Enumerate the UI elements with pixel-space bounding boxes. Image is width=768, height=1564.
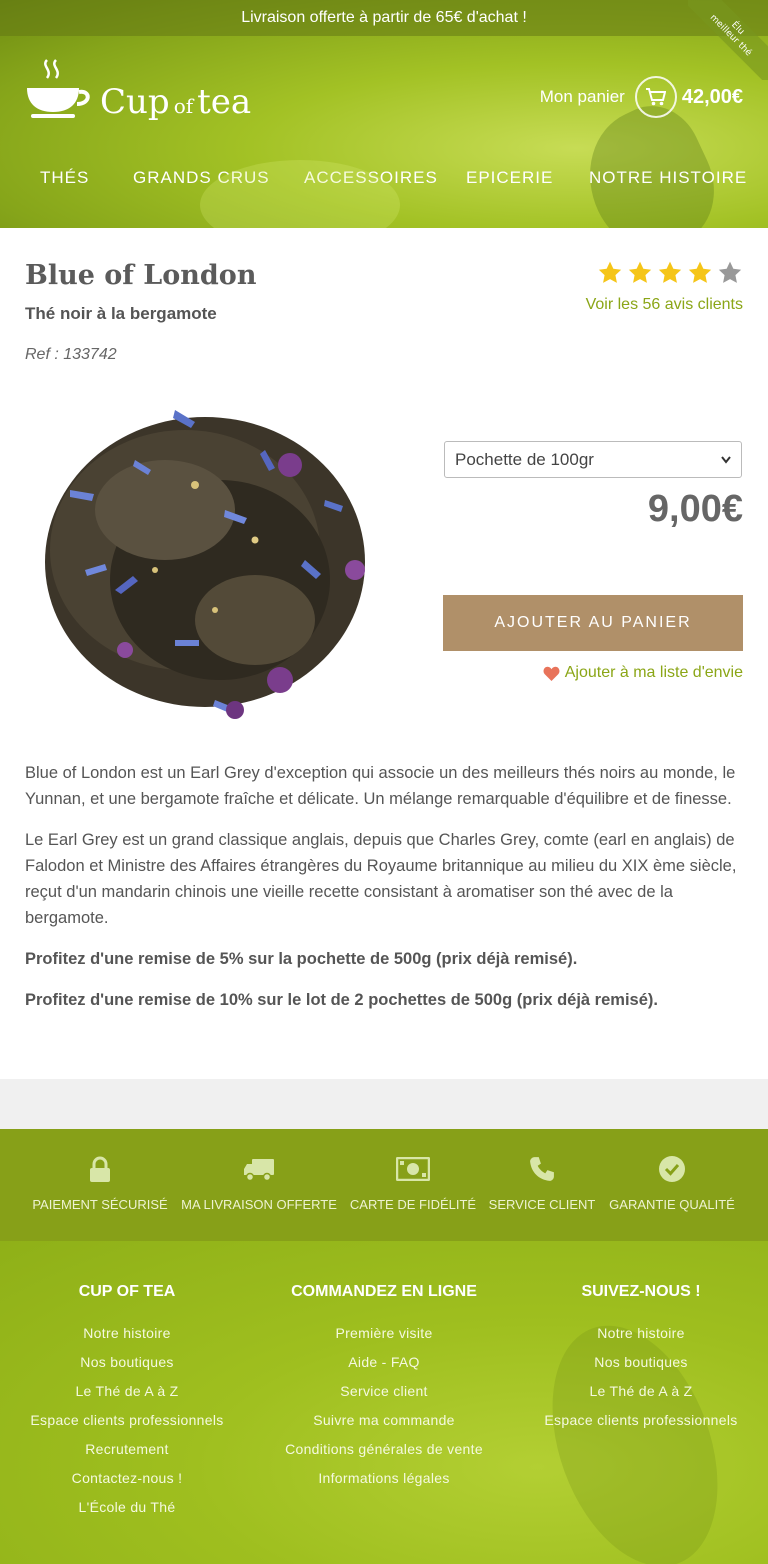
separator-band (0, 1079, 768, 1129)
description-paragraph: Le Earl Grey est un grand classique angl… (25, 831, 737, 927)
nav-item-grands-crus[interactable]: GRANDS CRUS (133, 168, 270, 188)
footer-link[interactable]: Conditions générales de vente (285, 1441, 483, 1457)
features-band: PAIEMENT SÉCURISÉ MA LIVRAISON OFFERTE C… (0, 1129, 768, 1241)
footer-link[interactable]: Nos boutiques (594, 1354, 687, 1370)
phone-icon (529, 1154, 555, 1184)
site-logo[interactable]: Cup of tea (25, 58, 265, 128)
award-ribbon: Élu meilleur thé (688, 0, 768, 80)
chevron-down-icon (721, 455, 731, 464)
logo-word-tea: tea (197, 82, 252, 122)
footer-link[interactable]: Le Thé de A à Z (75, 1383, 178, 1399)
feature-secure-payment: PAIEMENT SÉCURISÉ (32, 1129, 168, 1241)
product-subtitle: Thé noir à la bergamote (25, 304, 217, 323)
footer-link[interactable]: Informations légales (318, 1470, 449, 1486)
footer-link[interactable]: Aide - FAQ (348, 1354, 419, 1370)
wishlist-link[interactable]: Ajouter à ma liste d'envie (543, 664, 743, 682)
footer-link[interactable]: Notre histoire (83, 1325, 170, 1341)
star-icon (598, 261, 622, 283)
lock-icon (89, 1154, 111, 1184)
footer-link[interactable]: Le Thé de A à Z (589, 1383, 692, 1399)
nav-item-accessoires[interactable]: ACCESSOIRES (304, 168, 438, 188)
logo-wordmark: Cup of tea (100, 82, 251, 122)
description-paragraph: Blue of London est un Earl Grey d'except… (25, 764, 736, 808)
product-image (25, 390, 385, 740)
footer-link[interactable]: Espace clients professionnels (544, 1412, 737, 1428)
reviews-link[interactable]: Voir les 56 avis clients (586, 296, 743, 314)
heart-icon (543, 666, 560, 681)
footer-column-suivez-nous: SUIVEZ-NOUS ! Notre histoire Nos boutiqu… (541, 1241, 741, 1441)
logo-word-of: of (173, 94, 194, 118)
promo-text: Profitez d'une remise de 10% sur le lot … (25, 991, 658, 1009)
shipping-banner-text: Livraison offerte à partir de 65€ d'acha… (241, 9, 527, 26)
product-description: Blue of London est un Earl Grey d'except… (25, 760, 745, 1028)
teacup-icon (27, 59, 90, 118)
wishlist-label: Ajouter à ma liste d'envie (564, 664, 743, 681)
logo-word-cup: Cup (100, 82, 170, 122)
feature-customer-service: SERVICE CLIENT (489, 1129, 595, 1241)
footer-link[interactable]: Suivre ma commande (313, 1412, 455, 1428)
feature-label: GARANTIE QUALITÉ (609, 1197, 735, 1212)
footer-link[interactable]: Service client (340, 1383, 427, 1399)
size-select-value: Pochette de 100gr (455, 449, 594, 469)
cart-icon (634, 76, 677, 118)
site-footer: CUP OF TEA Notre histoire Nos boutiques … (0, 1241, 768, 1564)
star-icon (658, 261, 682, 283)
star-icon (688, 261, 712, 283)
footer-column-cup-of-tea: CUP OF TEA Notre histoire Nos boutiques … (27, 1241, 227, 1528)
promo-text: Profitez d'une remise de 5% sur la poche… (25, 950, 578, 968)
product-title: Blue of London (25, 260, 257, 291)
star-icon (628, 261, 652, 283)
product-ref: Ref : 133742 (25, 346, 117, 363)
product-price: 9,00€ (647, 488, 743, 530)
site-header: Livraison offerte à partir de 65€ d'acha… (0, 0, 768, 228)
feature-label: SERVICE CLIENT (488, 1197, 596, 1212)
footer-link[interactable]: Contactez-nous ! (72, 1470, 183, 1486)
feature-free-delivery: MA LIVRAISON OFFERTE (181, 1129, 337, 1241)
footer-link[interactable]: Notre histoire (597, 1325, 684, 1341)
footer-column-commandez: COMMANDEZ EN LIGNE Première visite Aide … (274, 1241, 494, 1499)
cart-total: 42,00€ (681, 85, 743, 108)
footer-column-title: SUIVEZ-NOUS ! (581, 1283, 701, 1300)
main-nav: THÉS GRANDS CRUS ACCESSOIRES EPICERIE NO… (0, 168, 768, 194)
truck-icon (243, 1154, 275, 1184)
footer-link[interactable]: Nos boutiques (80, 1354, 173, 1370)
feature-label: CARTE DE FIDÉLITÉ (349, 1197, 477, 1212)
rating-stars (597, 260, 743, 286)
cart-link[interactable]: Mon panier 42,00€ (540, 76, 743, 118)
cart-label: Mon panier (539, 87, 625, 106)
footer-link[interactable]: Première visite (335, 1325, 432, 1341)
feature-loyalty-card: CARTE DE FIDÉLITÉ (350, 1129, 476, 1241)
star-empty-icon (718, 261, 742, 283)
banknote-icon (396, 1154, 430, 1184)
footer-link[interactable]: Espace clients professionnels (30, 1412, 223, 1428)
feature-label: PAIEMENT SÉCURISÉ (32, 1197, 168, 1212)
footer-link[interactable]: Recrutement (85, 1441, 168, 1457)
feature-label: MA LIVRAISON OFFERTE (181, 1197, 337, 1212)
size-select[interactable]: Pochette de 100gr (444, 441, 742, 478)
add-to-cart-button[interactable]: AJOUTER AU PANIER (443, 595, 743, 651)
footer-column-title: CUP OF TEA (78, 1283, 176, 1300)
footer-link[interactable]: L'École du Thé (79, 1499, 176, 1515)
footer-column-title: COMMANDEZ EN LIGNE (291, 1283, 477, 1300)
nav-item-thes[interactable]: THÉS (40, 168, 89, 188)
feature-quality-guarantee: GARANTIE QUALITÉ (609, 1129, 735, 1241)
nav-item-epicerie[interactable]: EPICERIE (466, 168, 553, 188)
check-circle-icon (658, 1154, 686, 1184)
nav-item-notre-histoire[interactable]: NOTRE HISTOIRE (589, 168, 747, 188)
shipping-banner: Livraison offerte à partir de 65€ d'acha… (0, 0, 768, 36)
